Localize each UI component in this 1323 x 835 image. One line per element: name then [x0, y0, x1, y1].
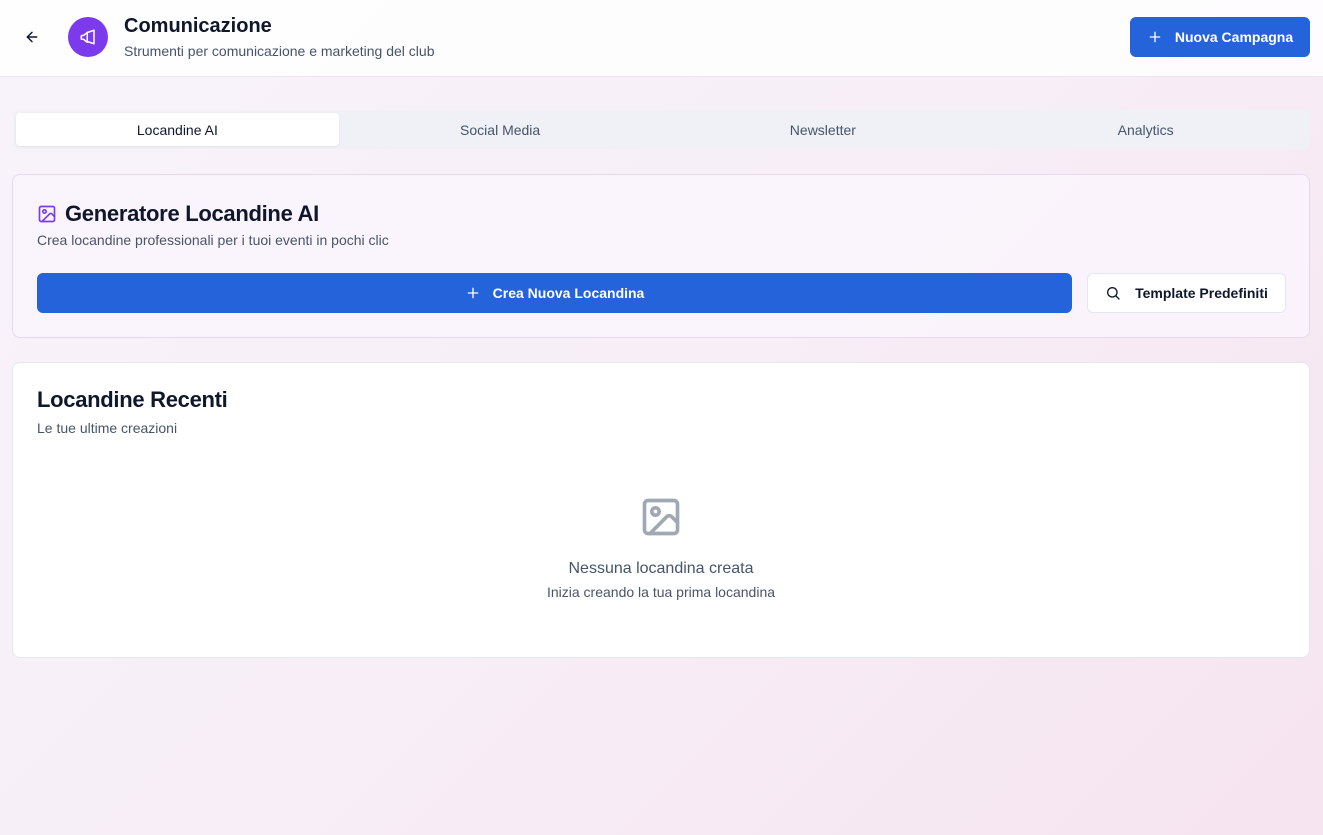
- generator-title: Generatore Locandine AI: [65, 201, 319, 226]
- generator-description: Crea locandine professionali per i tuoi …: [37, 232, 389, 248]
- page-subtitle: Strumenti per comunicazione e marketing …: [124, 43, 435, 59]
- templates-label: Template Predefiniti: [1135, 285, 1268, 301]
- megaphone-icon: [80, 29, 95, 45]
- back-button[interactable]: [18, 23, 46, 51]
- recent-posters-card: Locandine Recenti Le tue ultime creazion…: [12, 362, 1310, 658]
- search-icon: [1107, 287, 1120, 300]
- recent-title: Locandine Recenti: [37, 387, 228, 412]
- tab-bar: Locandine AI Social Media Newsletter Ana…: [13, 110, 1310, 149]
- tab-analytics[interactable]: Analytics: [984, 113, 1307, 146]
- plus-icon: [1149, 31, 1161, 43]
- empty-state-description: Inizia creando la tua prima locandina: [546, 584, 776, 600]
- create-poster-label: Crea Nuova Locandina: [492, 285, 645, 301]
- templates-button[interactable]: Template Predefiniti: [1087, 273, 1286, 313]
- empty-state-title: Nessuna locandina creata: [568, 560, 754, 577]
- tab-locandine-ai[interactable]: Locandine AI: [16, 113, 339, 146]
- image-placeholder-icon: [642, 498, 680, 536]
- tab-newsletter[interactable]: Newsletter: [662, 113, 985, 146]
- generator-card: Generatore Locandine AI Crea locandine p…: [12, 174, 1310, 338]
- recent-description: Le tue ultime creazioni: [37, 420, 178, 436]
- new-campaign-button[interactable]: Nuova Campagna: [1130, 17, 1310, 57]
- create-poster-button[interactable]: Crea Nuova Locandina: [37, 273, 1072, 313]
- plus-icon: [467, 287, 478, 299]
- image-icon: [38, 205, 56, 223]
- new-campaign-label: Nuova Campagna: [1174, 29, 1294, 45]
- app-avatar: [68, 17, 108, 57]
- tab-social-media[interactable]: Social Media: [339, 113, 662, 146]
- page-title: Comunicazione: [124, 15, 272, 37]
- generator-header: Generatore Locandine AI: [37, 201, 319, 227]
- page-header: Comunicazione Strumenti per comunicazion…: [0, 0, 1323, 77]
- arrow-left-icon: [26, 31, 38, 43]
